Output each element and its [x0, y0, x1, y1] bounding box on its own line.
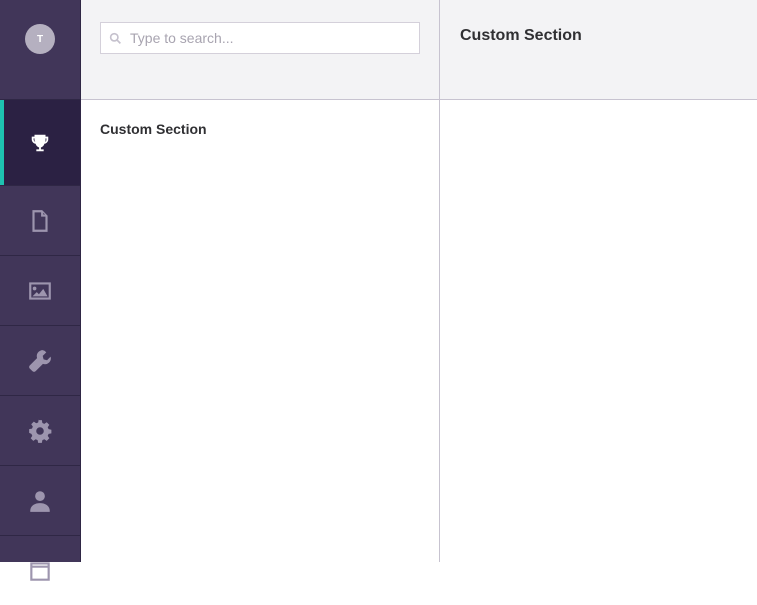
tree-header	[81, 0, 439, 100]
page-title: Custom Section	[460, 27, 582, 44]
image-icon	[29, 281, 51, 300]
user-icon	[30, 490, 50, 512]
section-sidebar: T	[0, 0, 81, 581]
wrench-icon	[29, 349, 51, 372]
avatar-container: T	[0, 0, 80, 99]
sidebar-item-content[interactable]	[0, 185, 80, 255]
sidebar-item-users[interactable]	[0, 465, 80, 535]
search-input[interactable]	[128, 29, 412, 47]
main-panel: Custom Section	[440, 0, 757, 562]
avatar-initial: T	[36, 33, 44, 45]
sidebar-item-forms[interactable]	[0, 535, 80, 605]
sidebar-item-media[interactable]	[0, 255, 80, 325]
search-box[interactable]	[100, 22, 420, 54]
tree-panel: Custom Section	[81, 0, 440, 562]
sidebar-item-custom-section[interactable]	[0, 99, 80, 185]
trophy-icon	[31, 134, 49, 151]
gear-icon	[29, 419, 52, 443]
user-avatar[interactable]: T	[25, 24, 55, 54]
calendar-icon	[30, 561, 50, 581]
main-header: Custom Section	[440, 0, 757, 100]
document-icon	[32, 209, 48, 232]
sidebar-item-developer[interactable]	[0, 395, 80, 465]
tree-root-item[interactable]: Custom Section	[100, 121, 207, 137]
search-icon	[109, 32, 121, 44]
sidebar-item-settings[interactable]	[0, 325, 80, 395]
